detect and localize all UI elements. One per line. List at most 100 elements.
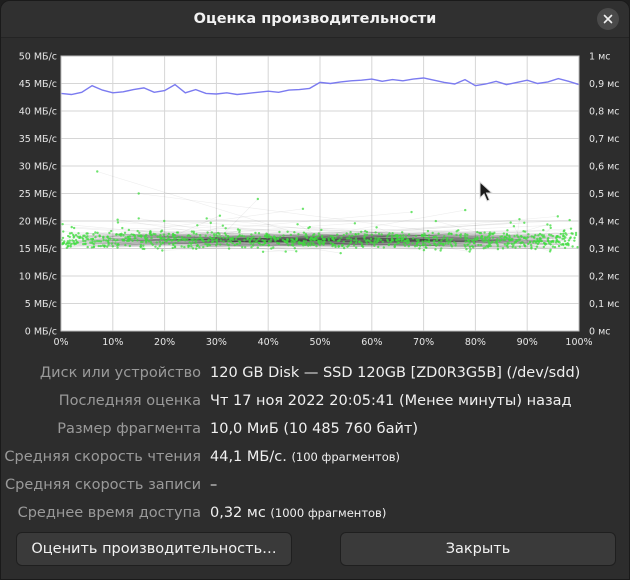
x-tick-label: 60%	[361, 337, 382, 348]
access-time-point	[559, 232, 563, 236]
access-time-point	[437, 232, 440, 235]
access-time-point	[159, 236, 162, 239]
info-value-text: –	[210, 477, 218, 493]
access-time-point	[238, 229, 241, 232]
access-time-point	[345, 232, 348, 235]
access-time-point	[159, 233, 162, 237]
access-time-point	[377, 232, 381, 236]
access-time-point	[275, 241, 279, 245]
access-time-point	[553, 245, 557, 249]
access-time-point	[549, 240, 553, 244]
info-key: Диск или устройство	[39, 365, 201, 381]
access-time-point	[447, 242, 450, 245]
access-time-point	[163, 219, 166, 223]
access-time-point	[424, 243, 427, 246]
close-button[interactable]: Закрыть	[340, 532, 616, 566]
access-time-point	[360, 244, 364, 248]
access-time-point	[377, 245, 380, 249]
access-time-point	[106, 240, 110, 243]
access-time-point	[418, 247, 421, 250]
access-time-point	[337, 245, 340, 248]
access-time-point	[427, 240, 431, 243]
access-time-point	[542, 241, 546, 245]
access-time-point	[149, 240, 152, 244]
access-time-point	[110, 242, 113, 245]
access-time-point	[339, 251, 342, 255]
access-time-point	[154, 245, 157, 248]
access-time-point	[519, 234, 523, 238]
access-time-point	[303, 242, 306, 245]
access-time-point	[170, 239, 174, 242]
access-time-point	[518, 245, 522, 248]
access-time-point	[349, 241, 352, 244]
access-time-point	[218, 232, 221, 236]
y-right-tick-label: 0,7 мс	[589, 134, 620, 145]
access-time-point	[116, 243, 119, 247]
x-tick-label: 70%	[413, 337, 434, 348]
access-time-point	[472, 246, 475, 249]
access-time-point	[305, 234, 308, 237]
access-time-point	[468, 241, 472, 244]
access-time-point	[156, 235, 159, 239]
access-time-point	[391, 232, 394, 235]
access-time-point	[78, 236, 81, 240]
access-time-point	[410, 210, 413, 214]
access-time-point	[68, 241, 71, 245]
access-time-point	[523, 221, 526, 225]
access-time-point	[417, 238, 420, 242]
access-time-point	[402, 234, 405, 237]
access-time-point	[238, 242, 242, 245]
access-time-point	[222, 240, 225, 243]
access-time-point	[161, 249, 164, 252]
access-time-point	[375, 226, 378, 229]
access-time-point	[106, 245, 109, 248]
access-time-point	[92, 245, 95, 249]
start-benchmark-button[interactable]: Оценить производительность…	[16, 532, 292, 566]
access-time-point	[216, 235, 219, 238]
access-time-point	[535, 245, 539, 248]
access-time-point	[106, 235, 109, 238]
access-time-point	[567, 242, 570, 246]
access-time-point	[496, 245, 499, 248]
access-time-point	[116, 221, 120, 224]
info-value: 0,32 мс (1000 фрагментов)	[210, 499, 386, 527]
access-time-point	[367, 239, 370, 242]
close-window-button[interactable]	[597, 8, 619, 30]
access-time-point	[257, 241, 260, 245]
access-time-point	[426, 229, 430, 233]
access-time-point	[450, 237, 454, 241]
access-time-point	[122, 239, 126, 242]
access-time-point	[358, 240, 361, 244]
access-time-point	[390, 238, 394, 242]
access-time-point	[499, 239, 502, 242]
access-time-point	[468, 250, 471, 253]
access-time-point	[363, 233, 367, 236]
access-time-point	[315, 245, 318, 248]
y-right-tick-label: 0,8 мс	[589, 107, 620, 118]
access-time-point	[143, 247, 146, 251]
access-time-point	[496, 237, 499, 241]
access-time-point	[195, 232, 198, 236]
access-time-point	[195, 247, 198, 251]
access-time-point	[567, 239, 571, 242]
access-time-point	[466, 243, 469, 246]
access-time-point	[243, 246, 247, 249]
access-time-point	[166, 235, 169, 238]
access-time-point	[323, 240, 326, 243]
access-time-point	[543, 235, 546, 239]
access-time-point	[72, 242, 75, 245]
access-time-point	[395, 239, 399, 242]
info-key: Среднее время доступа	[17, 505, 201, 521]
access-time-point	[241, 246, 244, 249]
access-time-point	[538, 237, 542, 240]
access-time-point	[121, 226, 124, 230]
access-time-point	[192, 237, 195, 241]
access-time-point	[155, 241, 158, 244]
access-time-point	[102, 238, 105, 242]
access-time-point	[253, 238, 256, 241]
x-tick-label: 90%	[517, 337, 538, 348]
access-time-point	[337, 239, 341, 242]
info-value: Чт 17 ноя 2022 20:05:41 (Менее минуты) н…	[210, 387, 572, 415]
access-time-point	[329, 241, 332, 245]
access-time-point	[304, 240, 308, 243]
